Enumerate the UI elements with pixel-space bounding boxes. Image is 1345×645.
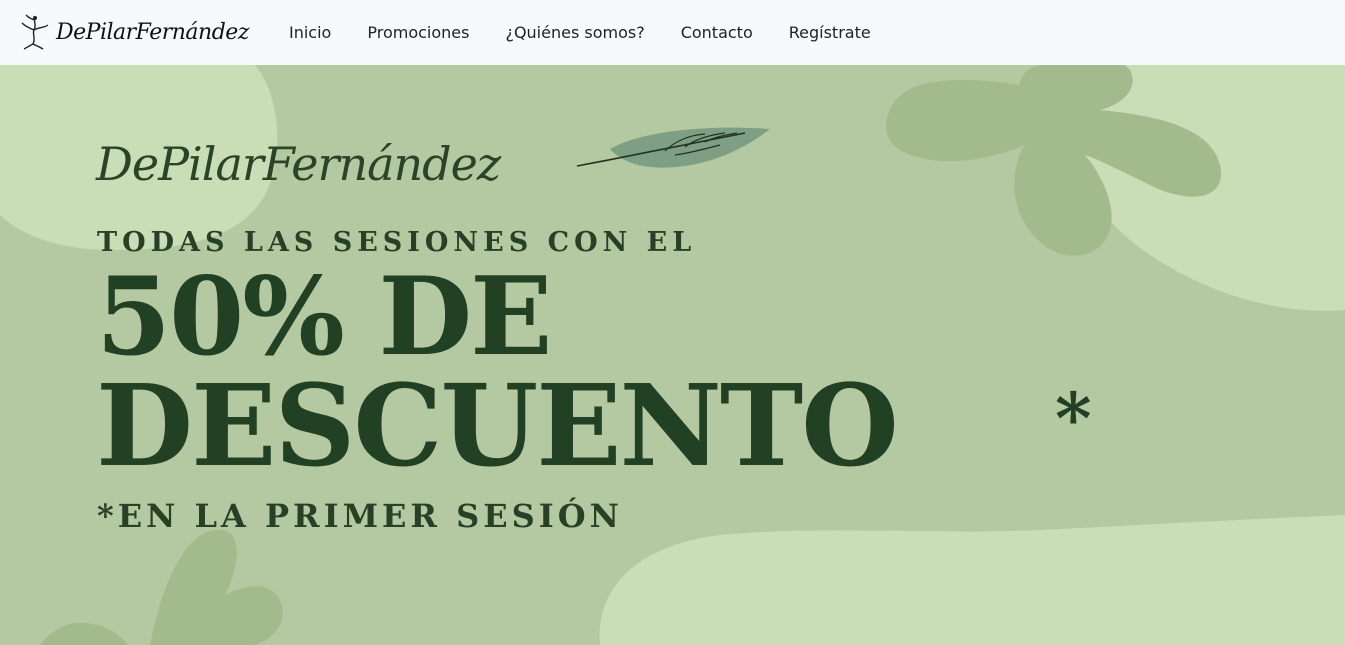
brand-logo-link[interactable]: DePilarFernández [20,14,249,50]
banner-headline-descuento: DESCUENTO [96,361,899,492]
nav-item-contacto[interactable]: Contacto [663,23,771,42]
banner-asterisk: * [1055,377,1092,460]
promo-banner: DePilarFernández TODAS LAS SESIONES CON … [0,65,1345,645]
nav-item-inicio[interactable]: Inicio [271,23,349,42]
banner-footnote: *EN LA PRIMER SESIÓN [97,497,623,535]
leaf-icon [576,127,770,168]
brand-name: DePilarFernández [56,19,249,45]
dancer-icon [21,14,49,50]
nav-menu: Inicio Promociones ¿Quiénes somos? Conta… [271,0,889,65]
banner-script-title: DePilarFernández [96,137,501,191]
navbar: DePilarFernández Inicio Promociones ¿Qui… [0,0,1345,65]
banner-headline-discount: 50% DE [96,254,552,380]
nav-item-quienes-somos[interactable]: ¿Quiénes somos? [487,23,662,42]
nav-item-registrate[interactable]: Regístrate [771,23,889,42]
nav-item-promociones[interactable]: Promociones [349,23,487,42]
